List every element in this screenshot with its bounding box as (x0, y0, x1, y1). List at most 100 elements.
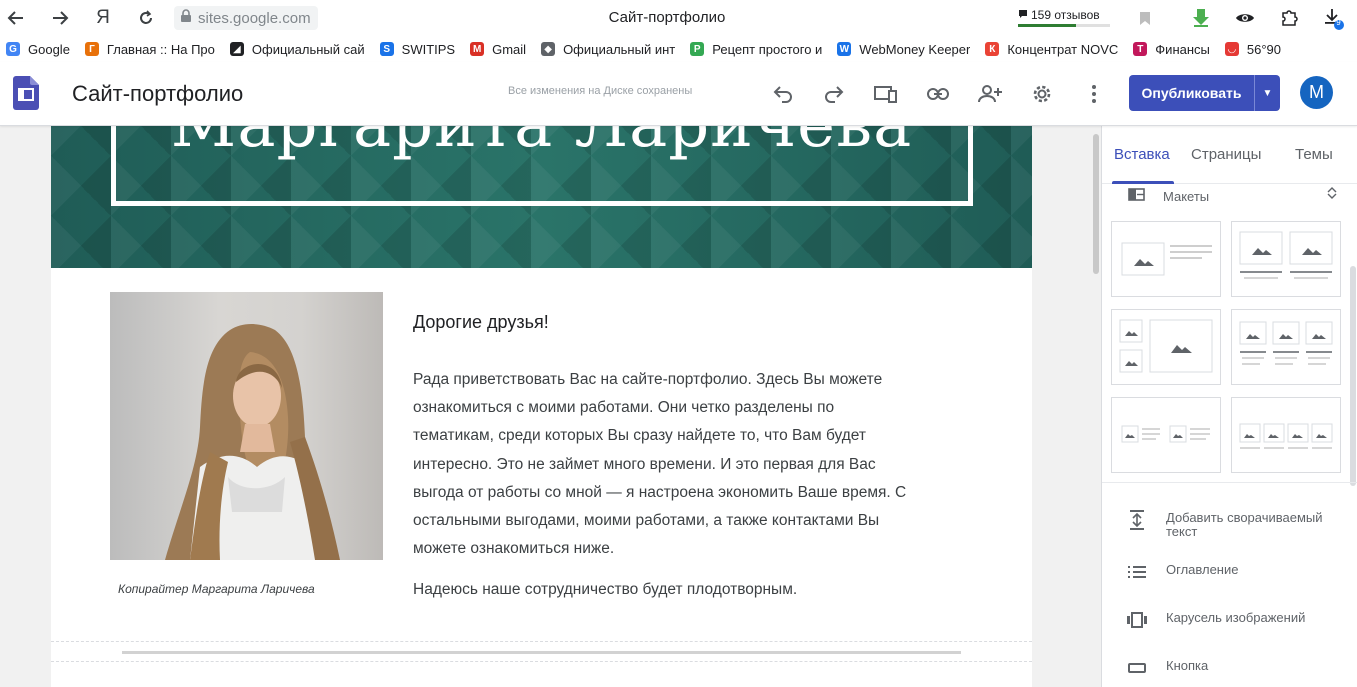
layout-four-images[interactable] (1231, 397, 1341, 473)
bookmark-item[interactable]: Г Главная :: На Про (84, 42, 215, 57)
reviews-widget[interactable]: 159 отзывов (1018, 4, 1110, 27)
section-boundary (51, 661, 1032, 662)
button-icon (1126, 659, 1148, 677)
intro-paragraph[interactable]: Рада приветствовать Вас на сайте-портфол… (413, 366, 963, 563)
layout-image-text[interactable] (1111, 221, 1221, 297)
greeting-heading[interactable]: Дорогие друзья! (413, 312, 549, 333)
panel-divider (1102, 482, 1357, 483)
bookmark-favicon-icon: G (6, 42, 20, 56)
paragraph-line: тематикам, среди которых Вы сразу найдет… (413, 427, 866, 445)
site-page[interactable]: Маргарита Ларичева Копирайтер Маргарита … (51, 126, 1032, 687)
hero-title[interactable]: Маргарита Ларичева (51, 126, 1032, 162)
tool-label: Добавить сворачиваемый текст (1166, 510, 1323, 539)
downloads-icon[interactable]: 9 (1321, 6, 1345, 30)
collapse-chevron-icon[interactable] (1326, 186, 1338, 203)
more-vertical-icon[interactable] (1081, 81, 1107, 107)
chat-bubble-icon (1018, 8, 1028, 22)
yandex-home-icon[interactable]: Я (91, 6, 115, 30)
tool-image-carousel[interactable]: Карусель изображений (1126, 611, 1341, 629)
address-text: sites.google.com (198, 9, 311, 27)
extensions-puzzle-icon[interactable] (1277, 6, 1301, 30)
redo-icon[interactable] (821, 81, 847, 107)
layout-image-collage[interactable] (1111, 309, 1221, 385)
active-tab-indicator (1112, 181, 1174, 184)
share-add-person-icon[interactable] (977, 81, 1003, 107)
tool-table-of-contents[interactable]: Оглавление (1126, 563, 1341, 581)
address-bar[interactable]: sites.google.com (174, 6, 318, 30)
bookmark-favicon-icon: W (837, 42, 852, 56)
canvas-scrollbar[interactable] (1092, 126, 1101, 687)
paragraph-line: ознакомиться с моими работами. Они четко… (413, 399, 835, 417)
preview-devices-icon[interactable] (873, 81, 899, 107)
bookmark-icon[interactable] (1133, 6, 1157, 30)
bookmark-item[interactable]: К Концентрат NOVC (985, 42, 1118, 57)
bookmark-favicon-icon: S (379, 42, 394, 56)
bookmark-label: Официальный инт (563, 41, 676, 57)
insert-panel: Вставка Страницы Темы Макеты Добавить св… (1101, 126, 1357, 687)
bookmark-item[interactable]: Р Рецепт простого и (690, 42, 822, 57)
back-icon[interactable] (4, 6, 28, 30)
account-avatar[interactable]: M (1300, 76, 1333, 109)
layout-three-columns[interactable] (1231, 309, 1341, 385)
tool-label: Карусель изображений (1166, 610, 1306, 625)
section-boundary (51, 641, 1032, 642)
header-banner[interactable]: Маргарита Ларичева (51, 126, 1032, 268)
bookmark-item[interactable]: ◆ Официальный инт (541, 42, 675, 57)
layout-two-image-text[interactable] (1111, 397, 1221, 473)
layout-two-images[interactable] (1231, 221, 1341, 297)
bookmark-label: WebMoney Keeper (859, 41, 971, 57)
bookmark-label: 56°90 (1246, 41, 1281, 57)
tab-insert[interactable]: Вставка (1114, 146, 1170, 163)
site-title[interactable]: Сайт-портфолио (72, 81, 243, 107)
tool-label: Кнопка (1166, 658, 1209, 673)
forward-icon[interactable] (48, 6, 72, 30)
save-status: Все изменения на Диске сохранены (508, 85, 693, 97)
bookmark-item[interactable]: ◢ Официальный сай (229, 41, 365, 57)
publish-options-chevron-icon[interactable]: ▼ (1254, 75, 1280, 111)
bookmark-item[interactable]: ◡ 56°90 (1224, 41, 1281, 57)
download-arrow-extension-icon[interactable] (1189, 6, 1213, 30)
bookmark-label: Концентрат NOVC (1007, 41, 1119, 57)
bookmark-item[interactable]: Т Финансы (1133, 42, 1210, 57)
photo-caption[interactable]: Копирайтер Маргарита Ларичева (118, 582, 315, 596)
bookmark-favicon-icon: ◡ (1224, 42, 1239, 56)
tool-collapsible-text[interactable]: Добавить сворачиваемый текст (1126, 510, 1341, 539)
browser-tab-title: Сайт-портфолио (608, 9, 726, 26)
bookmark-favicon-icon: ◢ (229, 42, 244, 56)
bookmark-favicon-icon: К (985, 42, 1000, 56)
settings-gear-icon[interactable] (1029, 81, 1055, 107)
bookmark-item[interactable]: S SWITIPS (379, 42, 455, 57)
reviews-rating-bar (1018, 24, 1110, 27)
lock-icon (180, 9, 192, 27)
table-of-contents-icon (1126, 563, 1148, 581)
link-icon[interactable] (925, 81, 951, 107)
closing-paragraph[interactable]: Надеюсь наше сотрудничество будет плодот… (413, 581, 797, 599)
sites-app-bar: Сайт-портфолио Все изменения на Диске со… (0, 62, 1357, 126)
bookmark-label: Рецепт простого и (712, 41, 823, 57)
bookmark-label: Официальный сай (251, 41, 365, 57)
panel-scrollbar[interactable] (1350, 266, 1356, 486)
reviews-count: 159 отзывов (1031, 8, 1100, 22)
publish-button[interactable]: Опубликовать (1129, 75, 1254, 111)
layouts-label: Макеты (1163, 188, 1210, 204)
bookmark-item[interactable]: M Gmail (470, 42, 526, 57)
downloads-badge: 9 (1336, 18, 1341, 27)
bookmark-label: Gmail (492, 41, 527, 57)
paragraph-line: интересно. Это не займет много времени. … (413, 455, 876, 473)
bookmark-favicon-icon: M (470, 42, 485, 56)
reload-icon[interactable] (134, 6, 158, 30)
eye-icon[interactable] (1233, 6, 1257, 30)
tab-themes[interactable]: Темы (1295, 146, 1333, 163)
undo-icon[interactable] (770, 81, 796, 107)
google-sites-logo-icon[interactable] (13, 76, 39, 110)
bookmark-item[interactable]: W WebMoney Keeper (837, 42, 970, 57)
tool-button[interactable]: Кнопка (1126, 659, 1341, 677)
tool-label: Оглавление (1166, 562, 1239, 577)
tab-pages[interactable]: Страницы (1191, 146, 1261, 163)
bookmark-item[interactable]: G Google (6, 42, 70, 57)
publish-button-group: Опубликовать ▼ (1129, 75, 1280, 111)
bookmark-favicon-icon: Р (690, 42, 705, 56)
portrait-photo[interactable] (110, 292, 383, 560)
divider-section[interactable] (122, 651, 961, 654)
layouts-section-header[interactable]: Макеты (1128, 188, 1209, 204)
